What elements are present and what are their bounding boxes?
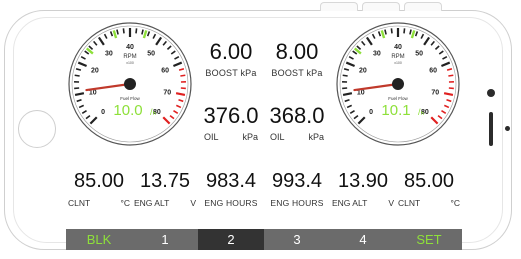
coolant-left-label: CLNT — [68, 198, 91, 208]
gauge-hub — [392, 78, 404, 90]
gauge-tick-label: 0 — [101, 109, 105, 116]
oil-right-readout: 368.0 OIL kPa — [264, 103, 330, 143]
engine-hours-right-label: ENG HOURS — [270, 198, 324, 208]
nav-page-4-button[interactable]: 4 — [330, 229, 396, 250]
nav-set-button[interactable]: SET — [396, 229, 462, 250]
fuel-flow-label: Fuel Flow — [388, 96, 408, 101]
gauge-tick-label: 60 — [161, 67, 169, 74]
alternator-left-value: 13.75 — [139, 170, 191, 192]
fuel-flow-value: 10.0 — [113, 102, 142, 119]
alternator-right-readout: 13.90 ENG ALT V — [330, 170, 396, 208]
camera-icon — [487, 89, 495, 97]
gauge-subtitle: x100 — [126, 61, 134, 65]
fuel-flow-unit: /ₕ — [418, 107, 425, 117]
speaker-grille — [489, 112, 493, 146]
nav-page-3-button[interactable]: 3 — [264, 229, 330, 250]
coolant-right-readout: 85.00 CLNT °C — [396, 170, 462, 208]
engine-hours-left-readout: 983.4 ENG HOURS — [198, 170, 264, 208]
volume-button — [362, 2, 400, 11]
gauge-tick-label: 0 — [369, 109, 373, 116]
gauge-tick — [74, 74, 80, 77]
boost-right-value: 8.00 — [275, 39, 319, 64]
oil-right-label: OIL — [270, 132, 285, 142]
coolant-right-label: CLNT — [398, 198, 421, 208]
oil-left-label: OIL — [204, 132, 219, 142]
oil-left-value: 376.0 — [203, 103, 259, 128]
oil-left-readout: 376.0 OIL kPa — [198, 103, 264, 143]
gauge-tick-label: 70 — [163, 89, 171, 96]
boost-left-label: BOOST kPa — [205, 68, 257, 78]
boost-right-readout: 8.00 BOOST kPa — [264, 39, 330, 79]
boost-left-value: 6.00 — [209, 39, 253, 64]
gauge-tick — [384, 29, 387, 35]
gauge-tick — [122, 28, 125, 34]
engine-hours-right-readout: 993.4 ENG HOURS — [264, 170, 330, 208]
nav-page-1-button[interactable]: 1 — [132, 229, 198, 250]
gauge-title: RPM — [123, 54, 136, 60]
gauge-tick — [116, 29, 119, 35]
rpm-gauge-svg: 01020304050607080RPMx100Fuel Flow10.1/ₕ — [336, 22, 460, 146]
gauge-tick — [448, 74, 454, 77]
gauge-tick — [403, 28, 406, 34]
gauge-subtitle: x100 — [394, 61, 402, 65]
gauge-tick — [141, 29, 144, 35]
power-button — [404, 2, 442, 11]
fuel-flow-value: 10.1 — [381, 102, 410, 119]
coolant-left-unit: °C — [120, 198, 130, 208]
gauge-tick-label: 40 — [394, 44, 402, 51]
rpm-gauge-left: 0 10 20 30 40 50 60 70 80 RPM x100 Fuel Flow 10.0/ₕ — [66, 20, 194, 148]
nav-blk-button[interactable]: BLK — [66, 229, 132, 250]
coolant-right-unit: °C — [450, 198, 460, 208]
oil-right-unit: kPa — [308, 132, 324, 142]
proximity-sensor — [505, 126, 510, 131]
gauge-tick-label: 60 — [429, 67, 437, 74]
gauge-tick — [342, 74, 348, 77]
rpm-gauge-svg: 01020304050607080RPMx100Fuel Flow10.0/ₕ — [68, 22, 192, 146]
alternator-right-unit: V — [388, 198, 394, 208]
rpm-gauge-right: 0 10 20 30 40 50 60 70 80 RPM x100 Fuel Flow 10.1/ₕ — [334, 20, 462, 148]
coolant-left-value: 85.00 — [73, 170, 125, 192]
oil-left-unit: kPa — [242, 132, 258, 142]
gauge-tick — [180, 74, 186, 77]
coolant-left-readout: 85.00 CLNT °C — [66, 170, 132, 208]
gauge-tick — [135, 28, 138, 34]
alternator-left-readout: 13.75 ENG ALT V — [132, 170, 198, 208]
gauge-tick-label: 40 — [126, 44, 134, 51]
oil-right-value: 368.0 — [269, 103, 325, 128]
gauge-hub — [124, 78, 136, 90]
alternator-right-label: ENG ALT — [332, 198, 368, 208]
volume-button — [320, 2, 358, 11]
engine-hours-left-label: ENG HOURS — [204, 198, 258, 208]
alternator-right-value: 13.90 — [337, 170, 389, 192]
boost-left-readout: 6.00 BOOST kPa — [198, 39, 264, 79]
gauge-tick — [409, 29, 412, 35]
gauge-tick-label: 30 — [105, 50, 113, 57]
bottom-readouts: 85.00 CLNT °C 13.75 ENG ALT V 983.4 ENG HO… — [66, 170, 462, 220]
boost-right-label: BOOST kPa — [271, 68, 323, 78]
gauge-tick-label: 30 — [373, 50, 381, 57]
engine-hours-left-value: 983.4 — [205, 170, 257, 192]
gauge-tick-label: 50 — [415, 50, 423, 57]
nav-page-2-button[interactable]: 2 — [198, 229, 264, 250]
gauge-tick — [390, 28, 393, 34]
fuel-flow-unit: /ₕ — [150, 107, 157, 117]
alternator-left-label: ENG ALT — [134, 198, 170, 208]
gauge-tick-label: 20 — [91, 67, 99, 74]
page-nav: BLK 1 2 3 4 SET — [66, 229, 462, 250]
engine-hours-right-value: 993.4 — [271, 170, 323, 192]
dashboard-screen: 0 10 20 30 40 50 60 70 80 RPM x100 Fuel Flow 10.0/ₕ … — [66, 20, 462, 250]
gauge-tick-label: 50 — [147, 50, 155, 57]
fuel-flow-label: Fuel Flow — [120, 96, 140, 101]
gauge-tick-label: 20 — [359, 67, 367, 74]
home-button[interactable] — [18, 110, 56, 148]
gauge-tick-label: 70 — [431, 89, 439, 96]
coolant-right-value: 85.00 — [403, 170, 455, 192]
gauge-title: RPM — [391, 54, 404, 60]
alternator-left-unit: V — [190, 198, 196, 208]
